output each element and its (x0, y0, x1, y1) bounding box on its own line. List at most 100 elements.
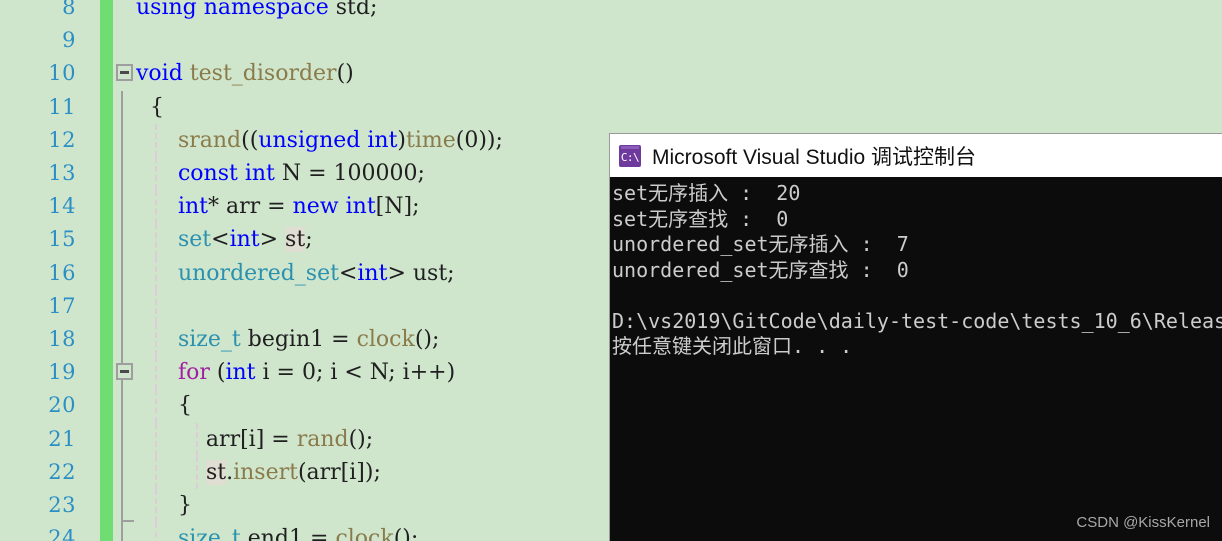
code-text[interactable]: const int N = 100000; (136, 157, 425, 190)
line-number: 8 (62, 0, 76, 19)
code-token: clock (335, 526, 394, 541)
line-number: 19 (48, 360, 76, 385)
line-number: 9 (62, 28, 76, 53)
code-token: (); (414, 327, 440, 352)
code-text[interactable]: using namespace std; (136, 0, 377, 24)
code-token: size_t (177, 327, 241, 352)
code-token: { (136, 393, 192, 419)
console-titlebar[interactable]: C:\ Microsoft Visual Studio 调试控制台 (610, 134, 1222, 177)
code-token: > ust; (387, 260, 455, 286)
code-token: { (136, 94, 164, 120)
code-token: > (259, 227, 286, 253)
block-structure-guide (121, 389, 123, 423)
console-icon-glyph: C:\ (620, 150, 640, 164)
code-text[interactable]: int* arr = new int[N]; (136, 190, 420, 223)
change-indicator-bar (100, 422, 113, 456)
code-token: * arr = (208, 194, 293, 220)
block-structure-guide (121, 289, 123, 324)
code-text[interactable]: { (136, 389, 192, 422)
change-indicator-bar (100, 24, 113, 58)
code-token: clock (356, 327, 415, 352)
console-output-line: 按任意键关闭此窗口. . . (612, 334, 853, 358)
line-number: 14 (48, 194, 76, 219)
line-number: 16 (48, 260, 76, 285)
code-line[interactable]: 11 { (0, 90, 1222, 124)
change-indicator-bar (100, 57, 113, 91)
block-structure-guide (121, 323, 123, 357)
line-number: 22 (48, 459, 76, 484)
change-indicator-bar (100, 522, 113, 541)
code-token: int (345, 194, 376, 220)
code-token: (); (393, 526, 419, 541)
code-text[interactable]: unordered_set<int> ust; (136, 257, 455, 290)
code-token: (( (241, 127, 259, 153)
change-indicator-bar (100, 157, 113, 191)
console-output-line: unordered_set无序查找 : 0 (612, 257, 909, 282)
code-token: (arr[i]); (297, 459, 381, 485)
code-text[interactable]: set<int> st; (136, 223, 313, 256)
console-output-area[interactable]: set无序插入 : 20 set无序查找 : 0 unordered_set无序插入… (610, 177, 1222, 541)
code-text[interactable]: size_t begin1 = clock(); (136, 323, 439, 356)
code-line[interactable]: 9 (0, 24, 1222, 58)
console-window-title: Microsoft Visual Studio 调试控制台 (652, 145, 977, 169)
code-token: unsigned (258, 127, 361, 153)
line-number: 23 (48, 493, 76, 517)
code-token: std; (328, 0, 378, 20)
screenshot-root: 8 using namespace std; 9 10 void test_disord… (0, 0, 1222, 541)
code-token: arr[i] = (136, 426, 297, 452)
code-token: using (136, 0, 197, 20)
code-token: namespace (203, 0, 329, 20)
code-text[interactable]: { (136, 91, 164, 124)
change-indicator-bar (100, 123, 113, 158)
change-indicator-bar (100, 190, 113, 224)
code-token: int (177, 194, 209, 220)
code-token: size_t (177, 526, 241, 541)
change-indicator-bar (100, 356, 113, 390)
code-text[interactable]: srand((unsigned int)time(0)); (136, 124, 503, 157)
code-text[interactable]: void test_disorder() (136, 57, 354, 90)
line-number: 24 (48, 526, 76, 541)
console-output-line: unordered_set无序插入 : 7 (612, 232, 909, 256)
collapse-region-toggle[interactable] (116, 363, 133, 381)
line-number: 15 (48, 227, 76, 252)
change-indicator-bar (100, 223, 113, 257)
code-token: end1 = (240, 526, 336, 541)
block-structure-guide (121, 522, 123, 541)
change-indicator-bar (100, 289, 113, 324)
code-token: insert (233, 459, 298, 485)
console-cmd-icon: C:\ (619, 144, 641, 167)
code-text[interactable]: st.insert(arr[i]); (136, 456, 381, 489)
code-token: const (177, 161, 238, 186)
code-text[interactable]: for (int i = 0; i < N; i++) (136, 356, 455, 389)
code-line[interactable]: 10 void test_disorder() (0, 57, 1222, 91)
code-token: (); (348, 426, 374, 452)
change-indicator-bar (100, 0, 113, 25)
console-output-line: set无序查找 : 0 (612, 206, 789, 231)
code-token: time (406, 127, 456, 153)
code-token: int (244, 161, 275, 186)
collapse-region-toggle[interactable] (116, 64, 133, 82)
line-number: 20 (48, 393, 76, 418)
code-token: srand (177, 127, 242, 153)
watermark-label: CSDN @KissKernel (1076, 514, 1210, 531)
block-structure-guide (121, 157, 123, 191)
debug-console-window[interactable]: C:\ Microsoft Visual Studio 调试控制台 set无序插… (609, 133, 1222, 541)
code-text[interactable]: } (136, 489, 192, 522)
line-number: 21 (48, 426, 76, 451)
code-text[interactable]: arr[i] = rand(); (136, 423, 373, 456)
code-token: rand (296, 426, 349, 452)
code-text[interactable]: size_t end1 = clock(); (136, 522, 418, 541)
block-structure-guide (121, 90, 123, 124)
line-number: 11 (48, 94, 76, 119)
code-token: } (136, 493, 192, 518)
code-line[interactable]: 8 using namespace std; (0, 0, 1222, 25)
